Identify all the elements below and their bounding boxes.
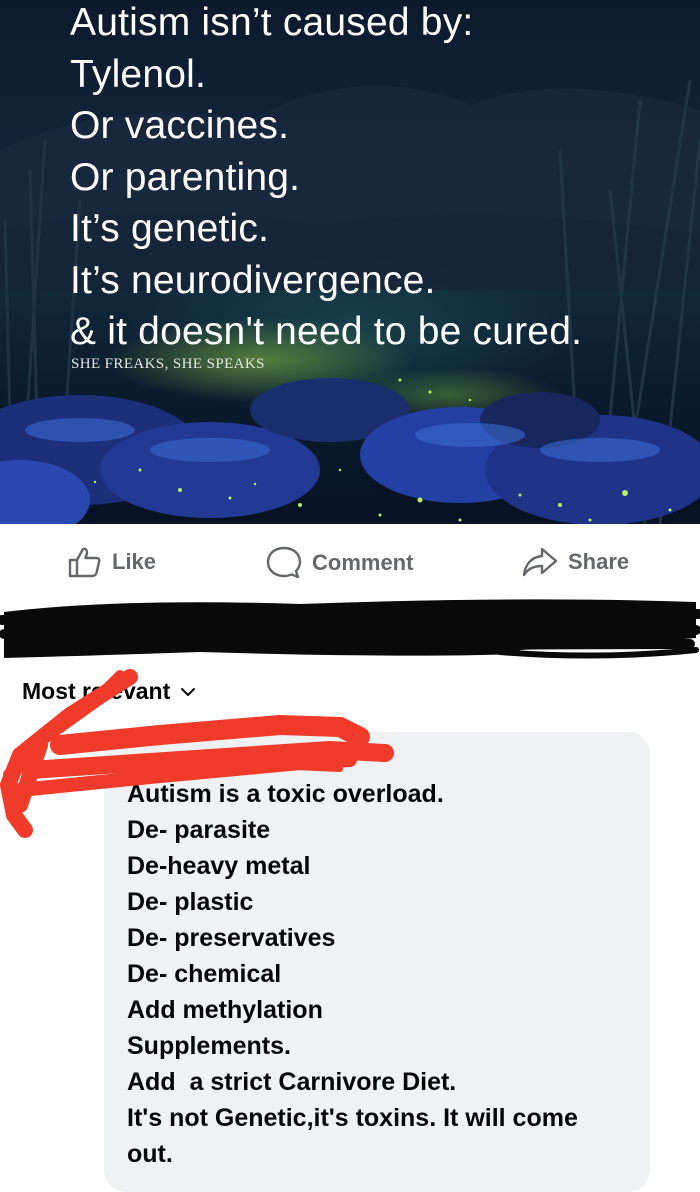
thumbs-up-icon xyxy=(68,547,101,578)
comment-button[interactable]: Comment xyxy=(266,546,413,580)
post-image[interactable]: Autism isn’t caused by: Tylenol. Or vacc… xyxy=(0,0,700,524)
image-line: Or vaccines. xyxy=(70,104,290,147)
post-image-text: Autism isn’t caused by: Tylenol. Or vacc… xyxy=(70,0,582,358)
share-label: Share xyxy=(568,549,630,574)
image-line: It’s genetic. xyxy=(70,207,270,250)
post-action-bar: Like Comment Share xyxy=(0,524,700,596)
image-watermark: SHE FREAKS, SHE SPEAKS xyxy=(71,356,265,372)
share-arrow-icon xyxy=(522,547,558,577)
image-line: & it doesn't need to be cured. xyxy=(70,310,583,353)
comment-line: De- plastic xyxy=(127,888,254,916)
comment-line: Supplements. xyxy=(127,1032,291,1060)
share-button[interactable]: Share xyxy=(522,546,629,578)
name-redaction-scribble xyxy=(0,669,394,838)
comment-line: De-heavy metal xyxy=(127,852,311,880)
comment-label: Comment xyxy=(312,550,414,575)
redaction-scribble xyxy=(0,599,700,659)
comment-line: De- preservatives xyxy=(127,924,336,952)
comment-line: It's not Genetic,it's toxins. It will co… xyxy=(127,1104,578,1132)
image-line: Tylenol. xyxy=(70,52,207,96)
comment-line: out. xyxy=(127,1140,173,1168)
comment-bubble-icon xyxy=(266,546,302,579)
like-button[interactable]: Like xyxy=(68,546,156,578)
image-line: It’s neurodivergence. xyxy=(70,258,436,302)
comment-line: De- chemical xyxy=(127,960,282,988)
like-label: Like xyxy=(112,549,157,574)
image-line: Or parenting. xyxy=(70,155,301,199)
comment-line: Add a strict Carnivore Diet. xyxy=(127,1068,457,1096)
image-line: Autism isn’t caused by: xyxy=(70,1,474,44)
comment-line: Add methylation xyxy=(127,996,323,1024)
